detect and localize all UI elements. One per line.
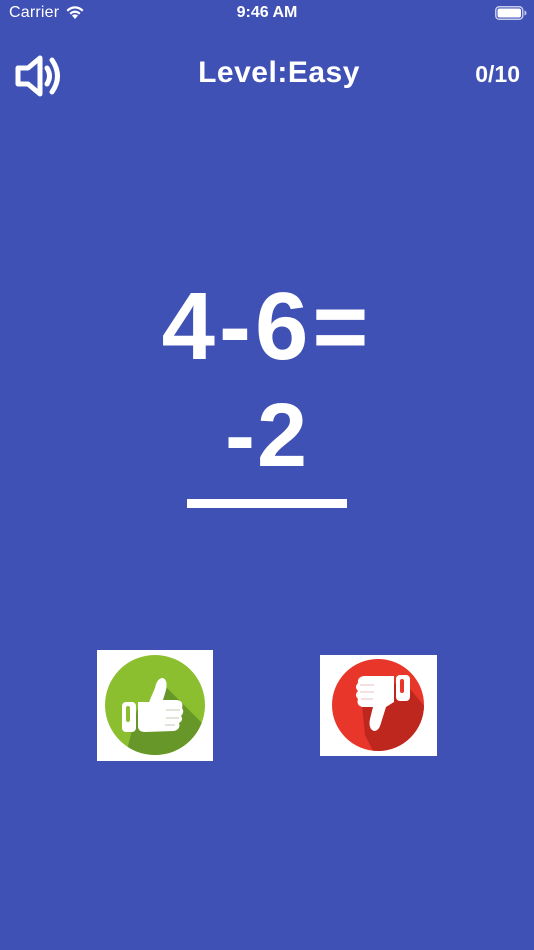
wrong-button[interactable] — [320, 655, 437, 756]
thumbs-down-icon — [332, 659, 424, 751]
thumbs-up-icon — [105, 655, 205, 755]
correct-button[interactable] — [97, 650, 213, 761]
answer-underline — [187, 499, 347, 508]
status-bar: Carrier 9:46 AM — [0, 0, 534, 28]
score-counter: 0/10 — [475, 61, 520, 87]
game-screen: Carrier 9:46 AM Level:Easy 0/10 4-6= -2 — [0, 0, 534, 950]
proposed-answer: -2 — [224, 386, 310, 486]
equation-text: 4-6= — [161, 273, 373, 380]
level-title: Level:Easy — [198, 56, 360, 89]
battery-icon — [495, 6, 527, 20]
status-time: 9:46 AM — [236, 4, 298, 21]
